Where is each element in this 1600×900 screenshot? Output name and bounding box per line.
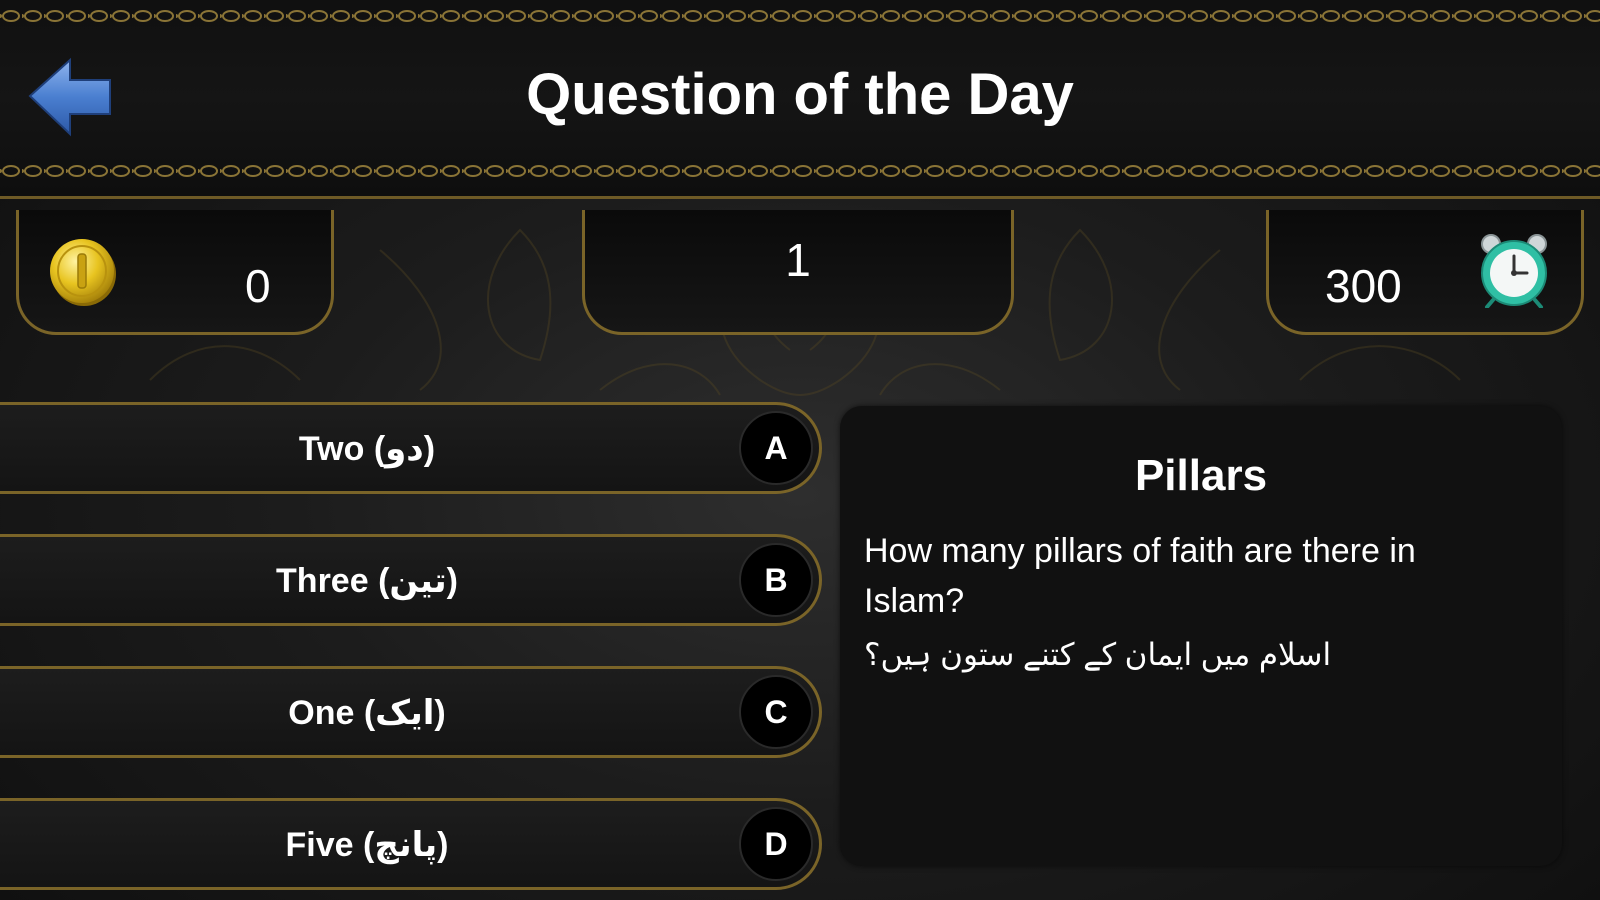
timer-panel: 300 — [1266, 210, 1584, 335]
back-arrow-icon — [28, 57, 111, 137]
answer-option-label: Two (دو) — [298, 430, 436, 468]
quiz-screen: Question of the Day 0 1 300 Two (دو) A T… — [0, 0, 1600, 900]
answer-letter-badge: A — [739, 411, 813, 485]
question-number-panel: 1 — [582, 210, 1014, 335]
header-bar: Question of the Day — [0, 0, 1600, 199]
question-text-urdu: اسلام میں ایمان کے کتنے ستون ہیں؟ — [864, 637, 1332, 672]
coins-panel: 0 — [16, 210, 334, 335]
answer-option-a[interactable]: Two (دو) A — [0, 402, 822, 494]
answer-option-b[interactable]: Three (تین) B — [0, 534, 822, 626]
question-text-english: How many pillars of faith are there in I… — [864, 532, 1416, 620]
coins-value: 0 — [245, 260, 271, 312]
answer-letter-badge: D — [739, 807, 813, 881]
answer-option-d[interactable]: Five (پانچ) D — [0, 798, 822, 890]
answer-option-label: Five (پانچ) — [285, 826, 449, 864]
ornamental-border-top — [0, 8, 1600, 24]
page-title: Question of the Day — [526, 62, 1074, 127]
alarm-clock-icon — [1481, 234, 1547, 308]
answer-option-c[interactable]: One (ایک) C — [0, 666, 822, 758]
question-category: Pillars — [1134, 451, 1268, 500]
timer-value: 300 — [1325, 260, 1402, 312]
question-number: 1 — [785, 234, 811, 286]
answer-letter-badge: B — [739, 543, 813, 617]
ornamental-border-bottom — [0, 163, 1600, 179]
answer-option-label: Three (تین) — [276, 562, 458, 600]
answer-option-label: One (ایک) — [288, 694, 446, 732]
coin-icon — [50, 239, 116, 306]
answer-letter-badge: C — [739, 675, 813, 749]
question-card: Pillars How many pillars of faith are th… — [840, 406, 1562, 866]
back-button[interactable] — [26, 56, 116, 138]
